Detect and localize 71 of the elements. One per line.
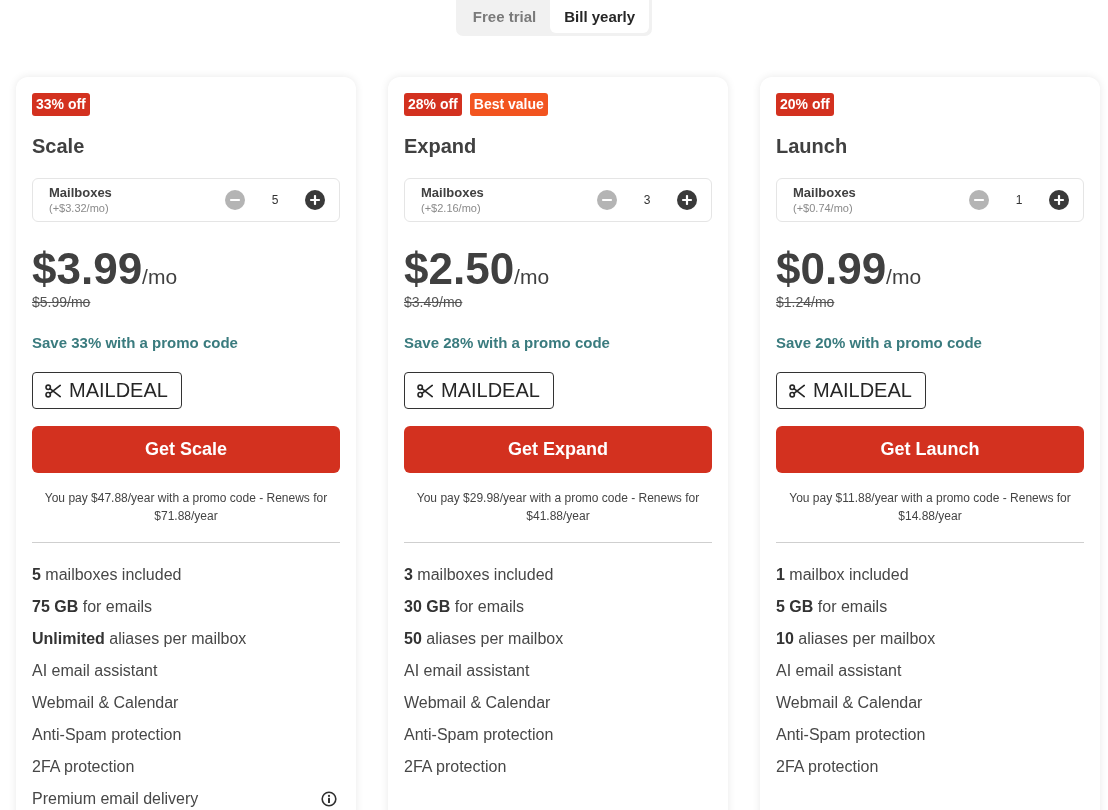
plan-title: Launch bbox=[776, 134, 848, 158]
increase-button[interactable] bbox=[305, 190, 325, 210]
stepper-label: Mailboxes bbox=[421, 185, 484, 201]
feature-text: Webmail & Calendar bbox=[404, 694, 551, 712]
scissors-icon bbox=[789, 383, 805, 398]
mailbox-count: 1 bbox=[1014, 193, 1024, 207]
feature-text: Anti-Spam protection bbox=[404, 726, 554, 744]
feature-text: 10 aliases per mailbox bbox=[776, 630, 936, 648]
mailbox-count: 5 bbox=[270, 193, 280, 207]
offer-badge: Best value bbox=[469, 93, 548, 116]
promo-code-button[interactable]: MAILDEAL bbox=[776, 372, 926, 409]
mailbox-count: 3 bbox=[642, 193, 652, 207]
feature-text: Webmail & Calendar bbox=[776, 694, 923, 712]
price-period: /mo bbox=[142, 265, 178, 289]
billing-note: You pay $11.88/year with a promo code - Renews for $14.88/year bbox=[788, 490, 1072, 525]
feature-text: AI email assistant bbox=[404, 662, 530, 680]
plus-icon bbox=[681, 194, 693, 206]
feature-text: Unlimited aliases per mailbox bbox=[32, 630, 247, 648]
offer-badge: 20% off bbox=[776, 93, 834, 116]
price-period: /mo bbox=[886, 265, 922, 289]
billing-tab[interactable]: Free trial bbox=[458, 0, 551, 33]
feature-text: 50 aliases per mailbox bbox=[404, 630, 564, 648]
feature-text: 3 mailboxes included bbox=[404, 566, 554, 584]
original-price: $3.49/mo bbox=[404, 294, 463, 310]
promo-savings-text: Save 28% with a promo code bbox=[404, 334, 610, 352]
stepper-price-note: (+$0.74/mo) bbox=[793, 201, 853, 215]
price-period: /mo bbox=[514, 265, 550, 289]
plus-icon bbox=[309, 194, 321, 206]
stepper-label: Mailboxes bbox=[49, 185, 112, 201]
offer-badge: 33% off bbox=[32, 93, 90, 116]
price-amount: $0.99 bbox=[776, 244, 887, 294]
offer-badge: 28% off bbox=[404, 93, 462, 116]
get-plan-button[interactable]: Get Scale bbox=[32, 426, 340, 473]
feature-text: AI email assistant bbox=[32, 662, 158, 680]
feature-text: Anti-Spam protection bbox=[32, 726, 182, 744]
plus-icon bbox=[1053, 194, 1065, 206]
feature-text: 2FA protection bbox=[404, 758, 507, 776]
feature-text: 1 mailbox included bbox=[776, 566, 909, 584]
feature-text: 2FA protection bbox=[776, 758, 879, 776]
scissors-icon bbox=[417, 383, 433, 398]
original-price: $1.24/mo bbox=[776, 294, 835, 310]
price-amount: $2.50 bbox=[404, 244, 515, 294]
promo-savings-text: Save 33% with a promo code bbox=[32, 334, 238, 352]
feature-text: 2FA protection bbox=[32, 758, 135, 776]
billing-tab[interactable]: Bill yearly bbox=[550, 0, 650, 33]
billing-note: You pay $29.98/year with a promo code - Renews for $41.88/year bbox=[415, 490, 701, 525]
billing-note: You pay $47.88/year with a promo code - Renews for $71.88/year bbox=[43, 490, 329, 525]
increase-button[interactable] bbox=[1049, 190, 1069, 210]
stepper-price-note: (+$2.16/mo) bbox=[421, 201, 481, 215]
feature-text: Webmail & Calendar bbox=[32, 694, 179, 712]
promo-code-button[interactable]: MAILDEAL bbox=[404, 372, 554, 409]
increase-button[interactable] bbox=[677, 190, 697, 210]
feature-text: AI email assistant bbox=[776, 662, 902, 680]
stepper-label: Mailboxes bbox=[793, 185, 856, 201]
feature-text: Anti-Spam protection bbox=[776, 726, 926, 744]
info-icon[interactable] bbox=[321, 791, 337, 807]
original-price: $5.99/mo bbox=[32, 294, 91, 310]
scissors-icon bbox=[45, 383, 61, 398]
promo-savings-text: Save 20% with a promo code bbox=[776, 334, 982, 352]
stepper-price-note: (+$3.32/mo) bbox=[49, 201, 109, 215]
feature-text: 5 GB for emails bbox=[776, 598, 888, 616]
get-plan-button[interactable]: Get Launch bbox=[776, 426, 1084, 473]
feature-text: 5 mailboxes included bbox=[32, 566, 182, 584]
promo-code-button[interactable]: MAILDEAL bbox=[32, 372, 182, 409]
feature-text: 30 GB for emails bbox=[404, 598, 525, 616]
plan-title: Expand bbox=[404, 134, 477, 158]
feature-text: 75 GB for emails bbox=[32, 598, 153, 616]
feature-text: Premium email delivery bbox=[32, 790, 199, 808]
plan-title: Scale bbox=[32, 134, 85, 158]
price-amount: $3.99 bbox=[32, 244, 143, 294]
get-plan-button[interactable]: Get Expand bbox=[404, 426, 712, 473]
